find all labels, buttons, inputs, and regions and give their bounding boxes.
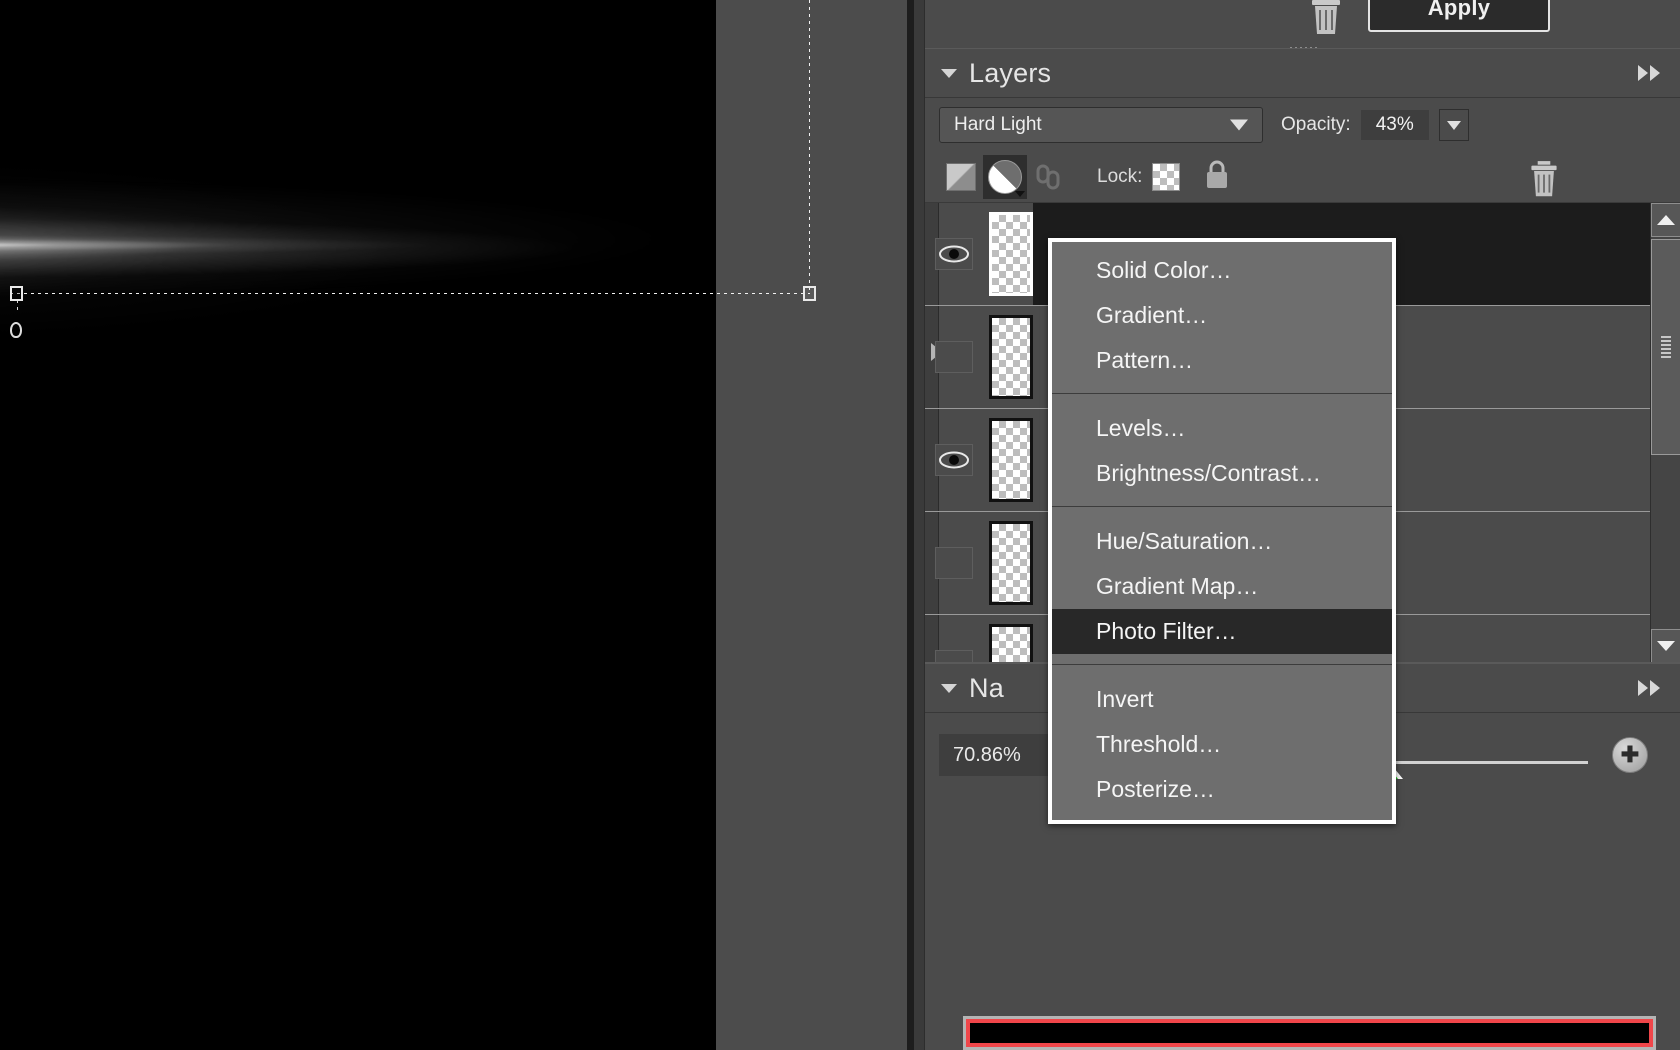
menu-item-gradient[interactable]: Gradient… xyxy=(1052,293,1392,338)
layer-visibility-cell[interactable] xyxy=(925,444,983,476)
zoom-in-icon[interactable]: ✚ xyxy=(1612,737,1648,773)
layer-visibility-cell[interactable] xyxy=(925,650,983,662)
new-adjustment-layer-button[interactable] xyxy=(983,155,1027,199)
double-arrow-right-icon[interactable] xyxy=(1638,680,1660,696)
triangle-down-icon[interactable] xyxy=(941,683,957,693)
layer-blend-row: Hard Light Opacity: 43% xyxy=(925,98,1680,152)
menu-group: Invert Threshold… Posterize… xyxy=(1052,677,1392,812)
eye-icon xyxy=(939,245,969,263)
menu-item-invert[interactable]: Invert xyxy=(1052,677,1392,722)
menu-separator xyxy=(1052,393,1392,394)
padlock-icon[interactable] xyxy=(1202,158,1232,197)
menu-item-brightness-contrast[interactable]: Brightness/Contrast… xyxy=(1052,451,1392,496)
triangle-down-icon[interactable] xyxy=(941,68,957,78)
link-layers-button[interactable] xyxy=(1027,155,1071,199)
scroll-down-arrow-icon[interactable] xyxy=(1651,629,1680,662)
menu-group: Solid Color… Gradient… Pattern… xyxy=(1052,248,1392,383)
blend-mode-select[interactable]: Hard Light xyxy=(939,107,1263,143)
menu-separator xyxy=(1052,506,1392,507)
layer-thumbnail[interactable] xyxy=(989,521,1033,605)
scroll-up-arrow-icon[interactable] xyxy=(1651,203,1680,237)
selection-marquee-vertical xyxy=(809,0,810,294)
opacity-input[interactable]: 43% xyxy=(1360,110,1429,140)
navigator-view-box[interactable] xyxy=(966,1019,1653,1047)
menu-item-levels[interactable]: Levels… xyxy=(1052,406,1392,451)
app-window: Apply Layers Hard Light Opacity: 43% Loc… xyxy=(0,0,1680,1050)
delete-layer-button[interactable] xyxy=(1526,160,1562,205)
layers-scrollbar[interactable] xyxy=(1650,203,1680,662)
scrollbar-grip-icon xyxy=(1661,336,1671,358)
apply-button[interactable]: Apply xyxy=(1368,0,1550,32)
layer-visibility-toggle[interactable] xyxy=(935,444,973,476)
layer-visibility-toggle[interactable] xyxy=(935,341,973,373)
menu-item-posterize[interactable]: Posterize… xyxy=(1052,767,1392,812)
lock-label: Lock: xyxy=(1097,166,1143,187)
menu-item-pattern[interactable]: Pattern… xyxy=(1052,338,1392,383)
navigator-preview[interactable] xyxy=(963,1016,1656,1050)
add-layer-mask-button[interactable] xyxy=(939,155,983,199)
menu-item-threshold[interactable]: Threshold… xyxy=(1052,722,1392,767)
chevron-down-icon[interactable] xyxy=(1230,119,1248,131)
layer-visibility-cell[interactable] xyxy=(925,547,983,579)
canvas-pasteboard xyxy=(716,0,914,1050)
right-middle-handle[interactable] xyxy=(803,286,816,301)
menu-group: Hue/Saturation… Gradient Map… Photo Filt… xyxy=(1052,519,1392,654)
left-middle-handle[interactable] xyxy=(10,286,23,301)
new-adjustment-layer-menu[interactable]: Solid Color… Gradient… Pattern… Levels… … xyxy=(1048,238,1396,824)
layer-thumbnail[interactable] xyxy=(989,418,1033,502)
layers-panel-title: Layers xyxy=(969,57,1052,88)
chevron-down-icon xyxy=(1446,120,1461,130)
double-arrow-right-icon[interactable] xyxy=(1638,65,1660,81)
checkerboard-icon[interactable] xyxy=(1152,163,1181,191)
trash-icon[interactable] xyxy=(1306,0,1346,43)
menu-item-gradient-map[interactable]: Gradient Map… xyxy=(1052,564,1392,609)
selection-marquee-stub xyxy=(17,300,18,312)
image-canvas[interactable] xyxy=(0,0,716,1050)
opacity-label: Opacity: xyxy=(1281,114,1351,135)
menu-item-solid-color[interactable]: Solid Color… xyxy=(1052,248,1392,293)
layer-visibility-toggle[interactable] xyxy=(935,650,973,662)
adjustment-toolbar: Apply xyxy=(925,0,1680,46)
selection-marquee-horizontal xyxy=(10,293,810,294)
chevron-down-icon xyxy=(1015,191,1025,197)
opacity-dropdown-button[interactable] xyxy=(1438,109,1469,141)
layers-panel-header[interactable]: Layers xyxy=(925,48,1680,98)
blend-mode-value: Hard Light xyxy=(954,114,1042,135)
link-layers-icon xyxy=(1036,164,1060,190)
eye-icon xyxy=(939,451,969,469)
layer-thumbnail[interactable] xyxy=(989,624,1033,662)
navigator-panel-title: Na xyxy=(969,672,1004,703)
menu-item-hue-saturation[interactable]: Hue/Saturation… xyxy=(1052,519,1392,564)
layer-thumbnail[interactable] xyxy=(989,212,1033,296)
layer-thumbnail[interactable] xyxy=(989,315,1033,399)
layer-visibility-cell[interactable] xyxy=(925,238,983,270)
layer-visibility-cell[interactable] xyxy=(925,341,983,373)
scrollbar-thumb[interactable] xyxy=(1651,239,1680,455)
light-streak xyxy=(0,170,716,320)
new-adjustment-layer-icon xyxy=(988,160,1022,194)
add-layer-mask-icon xyxy=(946,163,976,191)
layer-tools-row: Lock: xyxy=(925,152,1680,202)
menu-group: Levels… Brightness/Contrast… xyxy=(1052,406,1392,496)
menu-item-photo-filter[interactable]: Photo Filter… xyxy=(1052,609,1392,654)
menu-separator xyxy=(1052,664,1392,665)
dock-left-edge xyxy=(914,0,924,1050)
layer-visibility-toggle[interactable] xyxy=(935,238,973,270)
layer-visibility-toggle[interactable] xyxy=(935,547,973,579)
rotate-handle[interactable] xyxy=(10,322,22,338)
